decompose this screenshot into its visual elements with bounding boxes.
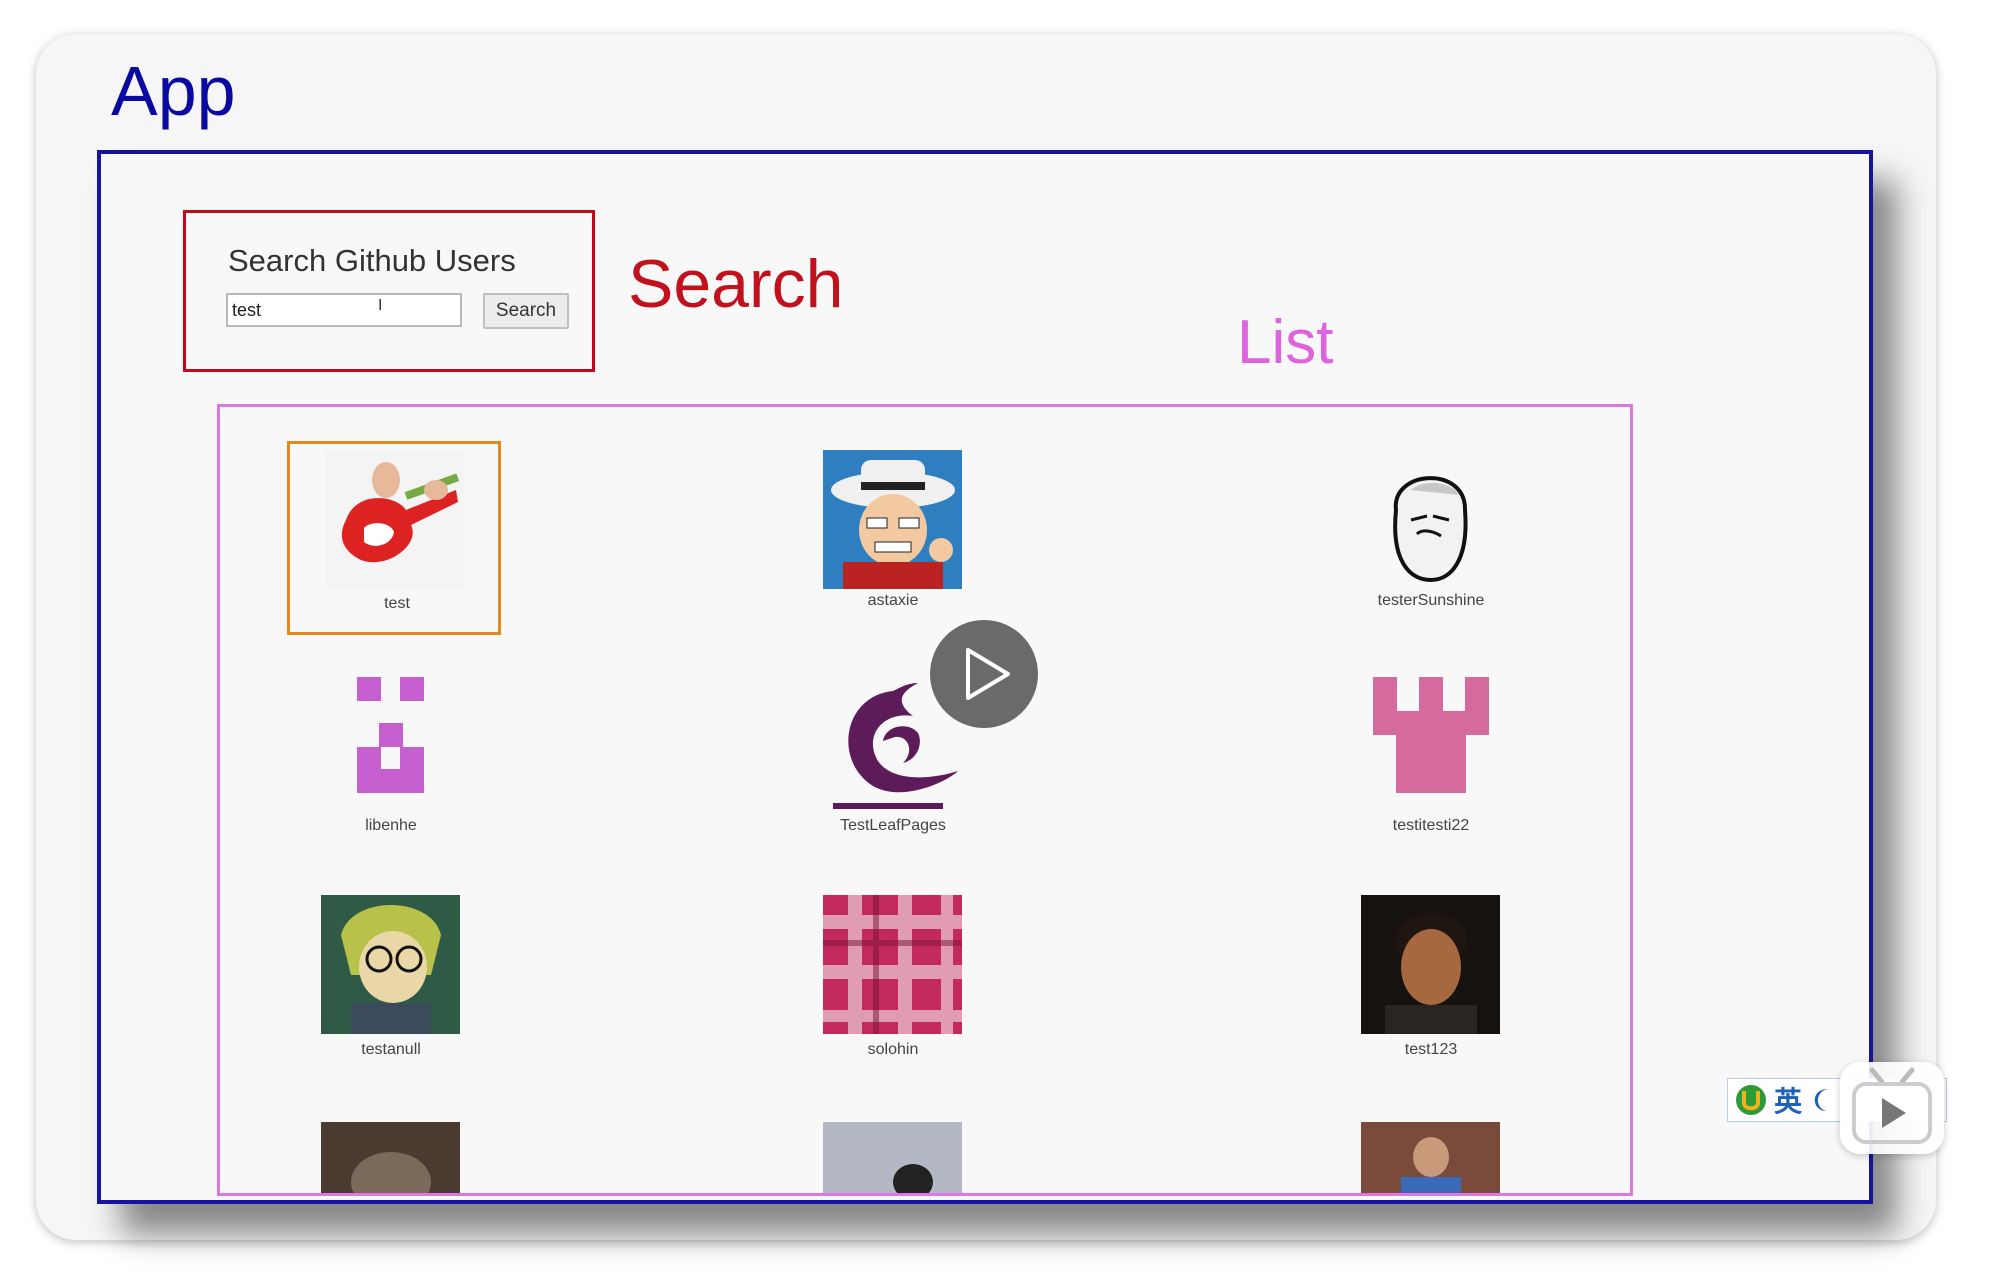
username: libenhe xyxy=(365,817,417,834)
username: astaxie xyxy=(867,592,919,609)
tv-play-icon xyxy=(1852,1067,1932,1144)
anime-character-avatar xyxy=(321,895,460,1034)
user-card[interactable] xyxy=(1316,1122,1546,1193)
app-annotation-label: App xyxy=(111,52,236,130)
search-annotation-label: Search xyxy=(628,246,844,322)
search-input[interactable] xyxy=(226,293,462,327)
portrait-photo-avatar xyxy=(1361,895,1500,1034)
ime-logo-icon xyxy=(1736,1085,1766,1115)
search-component: Search Github Users I Search xyxy=(183,210,595,372)
identicon-avatar xyxy=(321,671,460,810)
cat-photo-avatar xyxy=(321,1122,460,1193)
username: testanull xyxy=(361,1041,421,1058)
user-card[interactable]: testerSunshine xyxy=(1316,441,1546,611)
user-card[interactable]: test123 xyxy=(1316,895,1546,1065)
list-annotation-label: List xyxy=(1237,308,1334,377)
search-button[interactable]: Search xyxy=(483,293,569,329)
username: test123 xyxy=(1404,1041,1458,1058)
photo-avatar xyxy=(1361,1122,1500,1193)
username: TestLeafPages xyxy=(840,817,946,834)
username: testitesti22 xyxy=(1392,817,1470,834)
identicon-avatar xyxy=(1361,671,1500,810)
username: solohin xyxy=(867,1041,919,1058)
ime-language-indicator: 英 xyxy=(1774,1086,1803,1117)
cowboy-cartoon-avatar xyxy=(823,450,962,589)
user-card[interactable]: test xyxy=(287,441,501,635)
guitar-avatar xyxy=(326,450,465,589)
user-card[interactable]: testanull xyxy=(276,895,506,1065)
user-card[interactable]: testitesti22 xyxy=(1316,667,1546,837)
text-cursor-icon: I xyxy=(378,297,383,314)
user-card[interactable]: solohin xyxy=(778,895,1008,1065)
user-card[interactable]: libenhe xyxy=(276,667,506,837)
user-list: test astaxie testerSunshine libenhe Test… xyxy=(217,404,1633,1196)
moon-icon xyxy=(1814,1089,1829,1111)
meme-face-avatar xyxy=(1361,450,1500,589)
video-play-button[interactable] xyxy=(930,620,1038,728)
search-title: Search Github Users xyxy=(228,243,516,278)
plaid-fabric-avatar xyxy=(823,895,962,1034)
user-card[interactable]: astaxie xyxy=(778,441,1008,611)
username: testerSunshine xyxy=(1377,592,1485,609)
play-icon xyxy=(966,648,1010,700)
photo-avatar xyxy=(823,1122,962,1193)
user-card[interactable] xyxy=(276,1122,506,1193)
username: test xyxy=(384,595,410,612)
user-card[interactable] xyxy=(778,1122,1008,1193)
floating-video-player[interactable] xyxy=(1840,1062,1944,1154)
